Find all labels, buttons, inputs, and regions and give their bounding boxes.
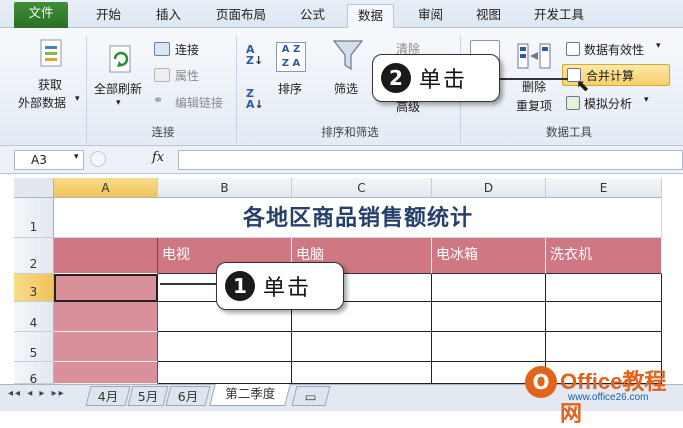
column-header-b[interactable]: B — [158, 178, 292, 198]
group-label-sort-filter: 排序和筛选 — [321, 125, 379, 139]
group-separator — [236, 36, 237, 144]
cell-a6[interactable] — [54, 362, 158, 384]
properties-button[interactable]: 属性 — [175, 67, 199, 84]
row-header-3[interactable]: 3 — [14, 274, 54, 302]
selected-cell-a3[interactable] — [54, 274, 158, 302]
data-cell[interactable] — [432, 302, 546, 332]
what-if-analysis-button[interactable]: 模拟分析 — [584, 95, 632, 112]
column-header-d[interactable]: D — [432, 178, 546, 198]
callout-1-leader-line — [160, 283, 220, 285]
filter-button[interactable] — [332, 38, 364, 75]
data-cell[interactable] — [158, 362, 292, 384]
column-header-c[interactable]: C — [292, 178, 432, 198]
row-header-2[interactable]: 2 — [14, 238, 54, 274]
row-header-6[interactable]: 6 — [14, 362, 54, 384]
data-cell[interactable] — [546, 274, 662, 302]
tab-formulas[interactable]: 公式 — [290, 4, 335, 28]
sort-button[interactable]: 排序 — [278, 80, 302, 97]
callout-1: 1 单击 — [216, 262, 344, 310]
funnel-icon — [332, 40, 364, 71]
mouse-cursor-icon: ⬉ — [576, 76, 590, 95]
watermark-url: www.office26.com — [568, 392, 649, 403]
data-cell[interactable] — [432, 332, 546, 362]
group-separator — [86, 36, 87, 144]
data-validation-icon — [566, 42, 580, 56]
data-cell[interactable] — [546, 302, 662, 332]
column-header-e[interactable]: E — [546, 178, 662, 198]
cell-a4[interactable] — [54, 302, 158, 332]
connections-button[interactable]: 连接 — [175, 41, 199, 58]
sheet-tab-april[interactable]: 4月 — [85, 386, 131, 406]
tab-view[interactable]: 视图 — [466, 4, 511, 28]
header-cell-a2[interactable] — [54, 238, 158, 274]
sheet-tab-may[interactable]: 5月 — [127, 386, 169, 406]
group-label-data-tools: 数据工具 — [546, 125, 592, 139]
data-validation-button[interactable]: 数据有效性 — [584, 41, 644, 58]
refresh-icon — [109, 45, 131, 73]
header-cell-fridge[interactable]: 电冰箱 — [432, 238, 546, 274]
data-cell[interactable] — [432, 274, 546, 302]
callout-1-text: 单击 — [263, 276, 312, 301]
formula-input[interactable] — [178, 150, 683, 170]
callout-2: 2 单击 — [372, 54, 500, 102]
chevron-down-icon[interactable]: ▾ — [74, 152, 79, 162]
refresh-all-button[interactable] — [106, 44, 136, 76]
callout-2-number: 2 — [381, 63, 411, 93]
group-label-connections: 连接 — [151, 125, 175, 139]
database-icon — [40, 39, 62, 67]
tab-page-layout[interactable]: 页面布局 — [206, 4, 276, 28]
refresh-all-label: 全部刷新 — [94, 82, 143, 96]
sort-ascending-icon[interactable]: A Z↓ — [246, 44, 263, 66]
row-header-1[interactable]: 1 — [14, 198, 54, 238]
chevron-down-icon: ▾ — [644, 95, 649, 105]
data-cell[interactable] — [546, 332, 662, 362]
row-header-4[interactable]: 4 — [14, 302, 54, 332]
data-cell[interactable] — [158, 332, 292, 362]
callout-1-number: 1 — [225, 271, 255, 301]
callout-2-text: 单击 — [419, 68, 468, 93]
sort-descending-icon[interactable]: Z A↓ — [246, 88, 264, 110]
insert-sheet-button[interactable]: ▭ — [291, 386, 331, 406]
data-cell[interactable] — [292, 362, 432, 384]
remove-duplicates-label1: 删除 — [522, 80, 547, 94]
sheet-title: 各地区商品销售额统计 — [242, 205, 473, 231]
remove-duplicates-button[interactable]: 重复项 — [516, 97, 552, 114]
tab-insert[interactable]: 插入 — [146, 4, 191, 28]
what-if-icon — [566, 96, 580, 110]
row-header-5[interactable]: 5 — [14, 332, 54, 362]
get-external-data-label2: 外部数据 — [18, 96, 67, 110]
get-external-data-label1: 获取 — [38, 78, 63, 92]
column-header-a[interactable]: A — [54, 178, 158, 198]
consolidate-label: 合并计算 — [586, 69, 635, 83]
remove-duplicates-icon — [516, 42, 556, 70]
edit-links-button[interactable]: 编辑链接 — [175, 94, 223, 111]
chevron-down-icon: ▾ — [75, 94, 80, 104]
tab-file[interactable]: 文件 — [14, 2, 68, 28]
filter-label: 筛选 — [334, 82, 359, 96]
sheet-navigation-arrows-icon[interactable]: ◂◂ ◂ ▸ ▸▸ — [8, 388, 66, 399]
header-cell-washer[interactable]: 洗衣机 — [546, 238, 662, 274]
select-all-corner[interactable] — [14, 178, 54, 198]
sort-dialog-icon: A ZZ A — [276, 42, 306, 72]
chevron-down-icon: ▾ — [656, 41, 661, 51]
tab-developer[interactable]: 开发工具 — [524, 4, 594, 28]
sheet-tab-second-quarter[interactable]: 第二季度 — [209, 384, 291, 406]
data-cell[interactable] — [292, 332, 432, 362]
get-external-data-button[interactable] — [36, 38, 66, 70]
sheet-tab-june[interactable]: 6月 — [165, 386, 211, 406]
chevron-down-icon: ▾ — [116, 98, 121, 108]
tab-data[interactable]: 数据 — [347, 4, 395, 29]
office-logo-icon: O — [525, 366, 557, 398]
tab-home[interactable]: 开始 — [86, 4, 131, 28]
properties-icon — [154, 68, 170, 82]
chain-link-icon: ⚭ — [153, 93, 164, 107]
connections-icon — [154, 42, 170, 56]
new-sheet-icon: ▭ — [304, 389, 317, 404]
cancel-formula-icon[interactable] — [90, 151, 106, 167]
insert-function-icon[interactable]: fx — [152, 150, 164, 165]
cell-a5[interactable] — [54, 332, 158, 362]
tab-review[interactable]: 审阅 — [408, 4, 453, 28]
callout-2-leader-line — [496, 78, 568, 80]
